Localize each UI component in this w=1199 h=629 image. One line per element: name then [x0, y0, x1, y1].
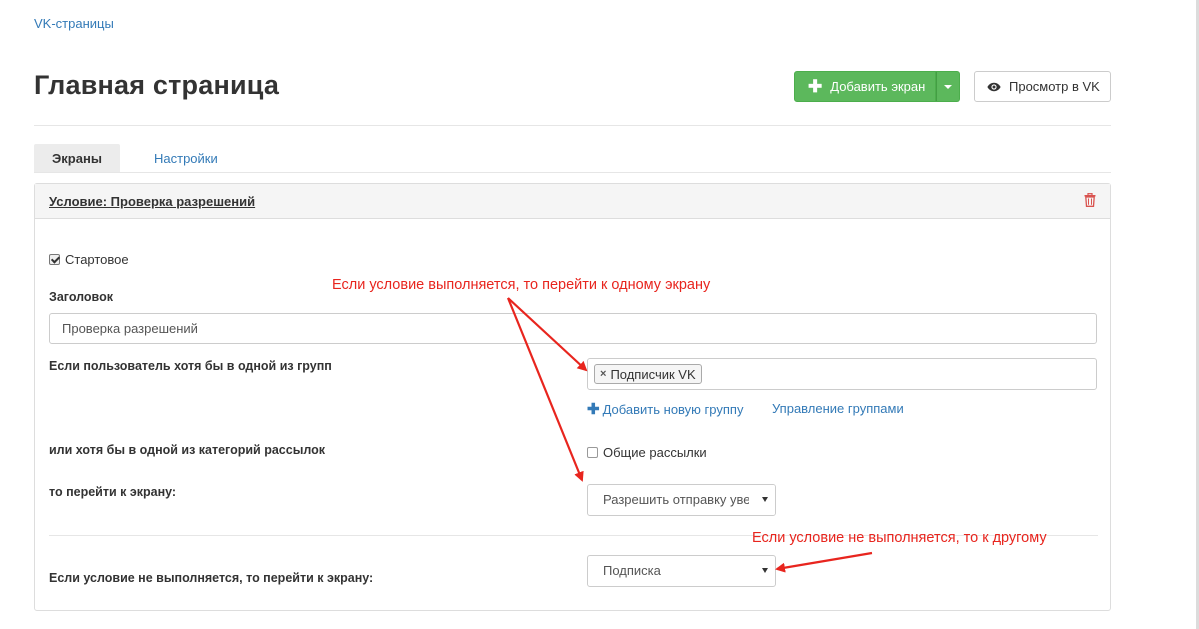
dropdown-arrow-icon — [762, 497, 768, 502]
groups-label: Если пользователь хотя бы в одной из гру… — [49, 359, 332, 373]
view-in-vk-label: Просмотр в VK — [1009, 79, 1100, 94]
tab-screens[interactable]: Экраны — [34, 144, 120, 172]
condition-panel: Условие: Проверка разрешений Стартовое З… — [34, 183, 1111, 611]
start-checkbox-row: Стартовое — [49, 252, 129, 267]
add-screen-label: Добавить экран — [830, 79, 926, 94]
add-screen-dropdown-toggle[interactable] — [936, 71, 960, 102]
else-label: Если условие не выполняется, то перейти … — [49, 571, 374, 585]
heading-input[interactable]: Проверка разрешений — [49, 313, 1097, 344]
panel-header: Условие: Проверка разрешений — [35, 184, 1110, 219]
category-checkbox[interactable] — [587, 447, 598, 458]
page-title: Главная страница — [34, 70, 280, 100]
remove-tag-icon[interactable]: × — [600, 368, 606, 380]
header-divider — [34, 125, 1111, 126]
start-checkbox-label: Стартовое — [65, 252, 129, 267]
goto-screen-select[interactable]: Разрешить отправку уведомлений — [587, 484, 776, 516]
groups-multiselect[interactable]: × Подписчик VK — [587, 358, 1097, 390]
manage-groups-link[interactable]: Управление группами — [772, 401, 904, 416]
annotation-bottom: Если условие не выполняется, то к другом… — [752, 530, 1047, 546]
tabs-divider — [34, 172, 1111, 173]
breadcrumb-vk-pages[interactable]: VK-страницы — [34, 16, 114, 31]
view-in-vk-button[interactable]: Просмотр в VK — [974, 71, 1111, 102]
start-checkbox[interactable] — [49, 254, 60, 265]
group-tag-label: Подписчик VK — [610, 366, 696, 382]
heading-input-value: Проверка разрешений — [62, 321, 198, 336]
tabs: Экраны Настройки — [34, 144, 218, 172]
heading-label: Заголовок — [49, 290, 113, 304]
else-screen-select[interactable]: Подписка — [587, 555, 776, 587]
plus-icon: ✚ — [587, 401, 600, 418]
trash-icon[interactable] — [1084, 193, 1096, 207]
add-group-link[interactable]: ✚ Добавить новую группу — [587, 400, 743, 418]
caret-down-icon — [944, 84, 952, 89]
else-screen-value: Подписка — [603, 563, 661, 578]
add-screen-button-group: ✚ Добавить экран — [794, 71, 960, 102]
categories-label: или хотя бы в одной из категорий рассыло… — [49, 443, 326, 457]
tab-settings[interactable]: Настройки — [120, 144, 218, 172]
group-tag: × Подписчик VK — [594, 364, 702, 384]
annotation-top: Если условие выполняется, то перейти к о… — [332, 277, 711, 293]
dropdown-arrow-icon — [762, 568, 768, 573]
category-checkbox-row: Общие рассылки — [587, 445, 707, 460]
plus-icon: ✚ — [808, 77, 823, 96]
add-screen-button[interactable]: ✚ Добавить экран — [794, 71, 936, 102]
add-group-link-label: Добавить новую группу — [602, 401, 744, 417]
goto-label: то перейти к экрану: — [49, 485, 177, 499]
eye-icon — [987, 82, 1001, 91]
category-checkbox-label: Общие рассылки — [603, 445, 707, 460]
panel-title[interactable]: Условие: Проверка разрешений — [49, 194, 255, 209]
